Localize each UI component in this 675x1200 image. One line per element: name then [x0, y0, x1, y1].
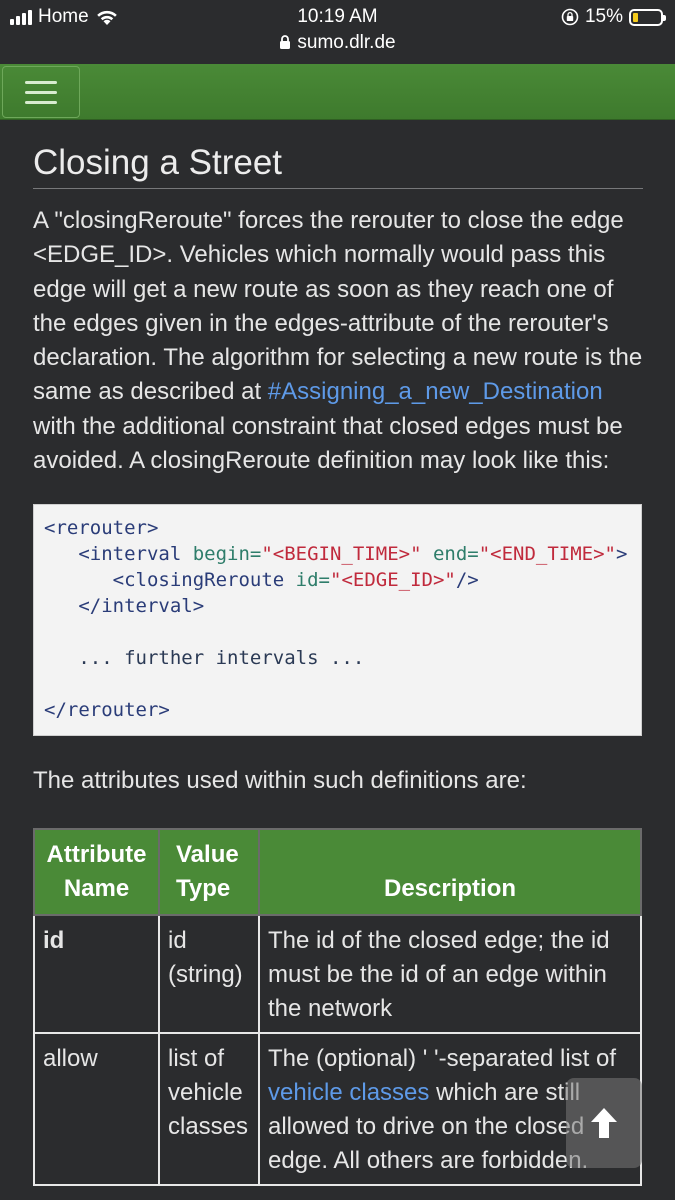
code-closing-reroute-open: <closingReroute [112, 569, 285, 592]
code-closing-reroute-close: /> [455, 569, 479, 592]
value-type-cell: id (string) [158, 914, 260, 1035]
section-heading: Closing a Street [33, 142, 643, 189]
code-attr-id: id= [284, 569, 330, 592]
code-interval-close-bracket: > [616, 543, 628, 566]
battery-percent: 15% [584, 6, 623, 27]
code-val-begin: "<BEGIN_TIME>" [261, 543, 422, 566]
description-text: The (optional) ' '-separated list of [268, 1045, 616, 1073]
attribute-name-cell: allow [33, 1032, 160, 1187]
header-description: Description [258, 828, 642, 917]
battery-icon [629, 8, 666, 26]
article-content: Closing a Street A "closingReroute" forc… [33, 120, 643, 1187]
code-block: <rerouter> <interval begin="<BEGIN_TIME>… [33, 504, 642, 737]
description-text: The id of the closed edge; the id must b… [268, 927, 610, 1023]
description-cell: The id of the closed edge; the id must b… [258, 914, 642, 1035]
header-value-type: Value Type [158, 828, 260, 917]
site-navbar [0, 64, 675, 120]
url-text: sumo.dlr.de [297, 32, 396, 53]
assigning-destination-link[interactable]: #Assigning_a_new_Destination [268, 378, 603, 405]
code-attr-end: end= [421, 543, 479, 566]
code-line-rerouter-open: <rerouter> [44, 517, 159, 540]
table-row: allow list of vehicle classes The (optio… [33, 1032, 642, 1187]
attributes-table: Attribute Name Value Type Description id… [33, 828, 642, 1187]
orientation-lock-icon [561, 8, 579, 26]
intro-text: A "closingReroute" forces the rerouter t… [33, 207, 643, 406]
lock-icon [280, 35, 291, 49]
vehicle-classes-link[interactable]: vehicle classes [268, 1079, 429, 1106]
code-attr-begin: begin= [181, 543, 262, 566]
code-further-intervals: ... further intervals ... [78, 647, 365, 670]
code-interval-open: <interval [78, 543, 182, 566]
scroll-to-top-button[interactable] [566, 1078, 642, 1168]
address-bar[interactable]: sumo.dlr.de [0, 32, 675, 54]
intro-text-continued: with the additional constraint that clos… [33, 412, 623, 475]
code-val-end: "<END_TIME>" [478, 543, 616, 566]
attribute-name-cell: id [33, 914, 160, 1035]
intro-paragraph: A "closingReroute" forces the rerouter t… [33, 204, 643, 478]
code-interval-end: </interval> [78, 595, 205, 618]
attributes-intro: The attributes used within such definiti… [33, 767, 527, 795]
status-bar: Home 10:19 AM sumo.dlr.de 15% [0, 0, 675, 62]
code-val-id: "<EDGE_ID>" [330, 569, 456, 592]
arrow-up-icon [591, 1108, 617, 1138]
value-type-cell: list of vehicle classes [158, 1032, 260, 1187]
code-rerouter-end: </rerouter> [44, 699, 170, 722]
hamburger-menu-button[interactable] [2, 66, 80, 118]
table-row: id id (string) The id of the closed edge… [33, 914, 642, 1035]
header-attribute-name: Attribute Name [33, 828, 160, 917]
